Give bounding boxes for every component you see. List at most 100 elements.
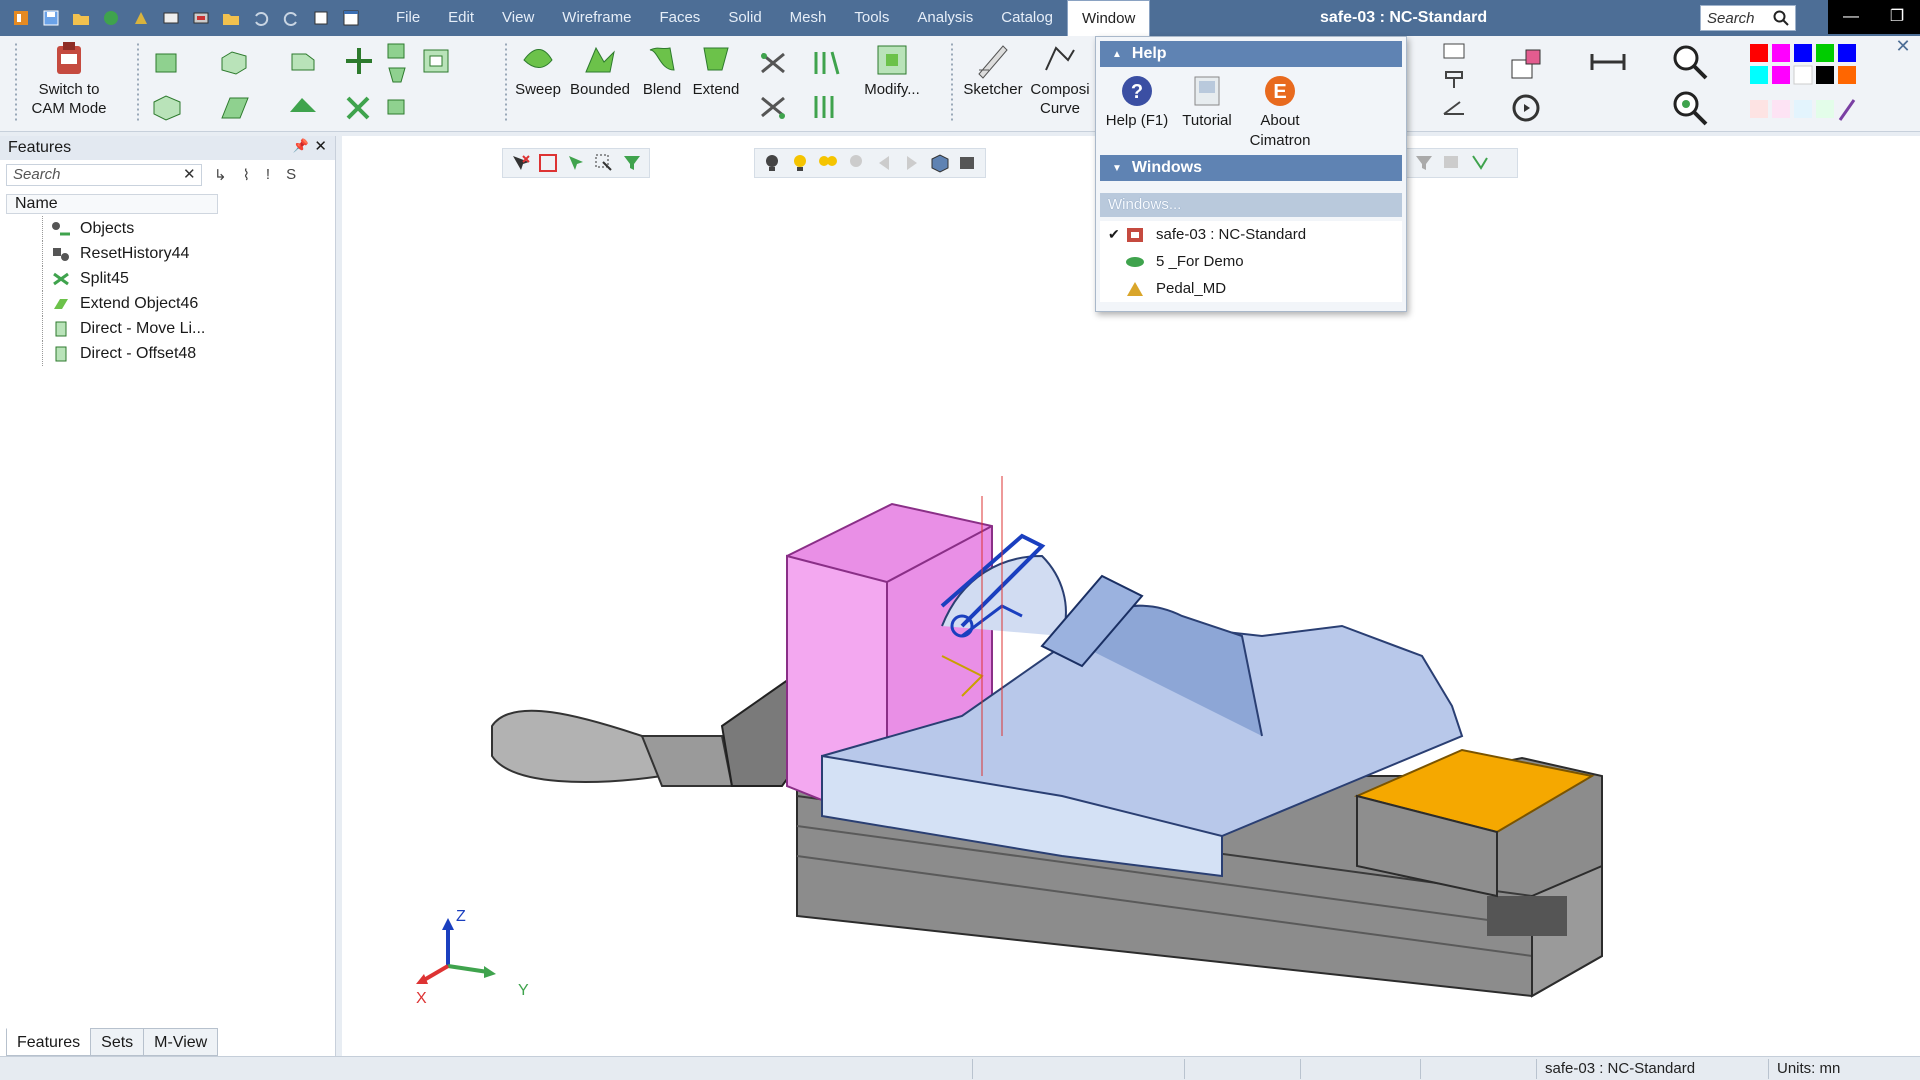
close-icon[interactable]: ✕: [314, 137, 327, 155]
tab-m-view[interactable]: M-View: [143, 1028, 219, 1056]
new-file-icon[interactable]: [98, 6, 124, 30]
color-palette-light-icon[interactable]: [1748, 94, 1860, 128]
tree-item[interactable]: Split45: [6, 266, 326, 291]
status-cell: [972, 1059, 1184, 1079]
stand-icon[interactable]: [1440, 68, 1468, 92]
help-section-header[interactable]: ▲ Help: [1100, 41, 1402, 67]
menu-file[interactable]: File: [382, 0, 434, 36]
toolbar-grip[interactable]: [950, 42, 954, 122]
zoom-icon[interactable]: [1670, 42, 1710, 82]
help-f1-button[interactable]: ? Help (F1): [1102, 73, 1172, 151]
menu-edit[interactable]: Edit: [434, 0, 488, 36]
split-faces-icon[interactable]: [756, 92, 790, 122]
trim-faces-icon[interactable]: [756, 48, 790, 78]
layout-icon[interactable]: [338, 6, 364, 30]
split-solid-icon[interactable]: [286, 92, 320, 122]
suppress-icon[interactable]: S: [286, 166, 296, 184]
menu-window[interactable]: Window: [1066, 0, 1151, 36]
bounded-button[interactable]: Bounded: [566, 40, 634, 99]
offset-faces-icon[interactable]: [810, 48, 844, 78]
tools-icon[interactable]: [308, 6, 334, 30]
tutorial-button[interactable]: Tutorial: [1172, 73, 1242, 151]
rotate-view-icon[interactable]: [1506, 90, 1546, 126]
measure-angle-icon[interactable]: [1440, 96, 1468, 120]
switch-cam-mode-button[interactable]: Switch to CAM Mode: [24, 40, 114, 118]
branch-icon[interactable]: ⌇: [243, 166, 250, 184]
menu-tools[interactable]: Tools: [840, 0, 903, 36]
toolbar-grip[interactable]: [136, 42, 140, 122]
menu-solid[interactable]: Solid: [714, 0, 775, 36]
tree-item[interactable]: Direct - Move Li...: [6, 316, 326, 341]
menu-analysis[interactable]: Analysis: [903, 0, 987, 36]
tree-line: [42, 241, 43, 266]
tree-item[interactable]: ResetHistory44: [6, 241, 326, 266]
about-button[interactable]: E About Cimatron: [1242, 73, 1318, 151]
tree-item[interactable]: Objects: [6, 216, 326, 241]
sketcher-button[interactable]: Sketcher: [958, 40, 1028, 99]
check-icon: ✔: [1108, 226, 1120, 242]
extend-button[interactable]: Extend: [688, 40, 744, 99]
cam-mode-icon: [57, 42, 81, 74]
folder-icon[interactable]: [218, 6, 244, 30]
undo-icon[interactable]: [248, 6, 274, 30]
axis-y-label: Y: [518, 982, 529, 999]
toolbar-grip[interactable]: [14, 42, 18, 122]
zoom-region-icon[interactable]: [1670, 88, 1710, 128]
redo-icon[interactable]: [278, 6, 304, 30]
trim-icon[interactable]: [342, 92, 376, 122]
tab-sets[interactable]: Sets: [90, 1028, 145, 1056]
open-icon[interactable]: [68, 6, 94, 30]
color-palette-icon[interactable]: [1748, 42, 1860, 86]
ribbon-close-icon[interactable]: ✕: [1888, 36, 1918, 57]
loft-icon[interactable]: [286, 46, 320, 76]
tab-features[interactable]: Features: [6, 1028, 92, 1056]
measure-distance-icon[interactable]: [1588, 44, 1628, 80]
menu-mesh[interactable]: Mesh: [776, 0, 841, 36]
window-item[interactable]: ✔ safe-03 : NC-Standard: [1100, 221, 1402, 248]
revolve-icon[interactable]: [218, 46, 252, 76]
restore-icon[interactable]: ❐: [1874, 0, 1920, 34]
toolbar-grip[interactable]: [504, 42, 508, 122]
window-item[interactable]: 5 _For Demo: [1100, 248, 1402, 275]
filter-icon[interactable]: ↳: [214, 166, 227, 184]
menu-catalog[interactable]: Catalog: [987, 0, 1067, 36]
tree-item[interactable]: Direct - Offset48: [6, 341, 326, 366]
blend-button[interactable]: Blend: [636, 40, 688, 99]
modify-icon: [877, 45, 907, 75]
windows-submenu[interactable]: Windows...: [1100, 193, 1402, 217]
clear-search-icon[interactable]: ✕: [183, 165, 196, 183]
search-input[interactable]: Search: [1700, 5, 1796, 31]
vise-handle[interactable]: [491, 709, 664, 783]
box-icon[interactable]: [150, 92, 184, 122]
window-item[interactable]: Pedal_MD: [1100, 275, 1402, 302]
copy-icon[interactable]: [384, 42, 410, 62]
menu-view[interactable]: View: [488, 0, 548, 36]
wedge-icon[interactable]: [218, 92, 252, 122]
menu-faces[interactable]: Faces: [645, 0, 714, 36]
pin-icon[interactable]: 📌: [293, 138, 309, 154]
mirror-icon[interactable]: [384, 64, 410, 86]
export-icon[interactable]: [188, 6, 214, 30]
view-transform-icon[interactable]: [1506, 44, 1546, 84]
shell-icon[interactable]: [420, 46, 454, 76]
tree-item[interactable]: Extend Object46: [6, 291, 326, 316]
minimize-icon[interactable]: —: [1828, 0, 1874, 34]
windows-section-header[interactable]: ▼ Windows: [1100, 155, 1402, 181]
sweep-button[interactable]: Sweep: [510, 40, 566, 99]
save-icon[interactable]: [38, 6, 64, 30]
app-logo-icon[interactable]: [8, 6, 34, 30]
menu-wireframe[interactable]: Wireframe: [548, 0, 645, 36]
features-search-input[interactable]: Search: [6, 164, 202, 186]
name-column-header[interactable]: Name: [6, 194, 218, 214]
combine-icon[interactable]: [384, 96, 410, 118]
print-icon[interactable]: [158, 6, 184, 30]
modify-button[interactable]: Modify...: [854, 40, 930, 99]
view-icon[interactable]: [1440, 40, 1468, 64]
move-icon[interactable]: [342, 46, 376, 76]
composite-curve-button[interactable]: Composi Curve: [1028, 40, 1092, 118]
stitch-faces-icon[interactable]: [810, 92, 844, 122]
extrude-icon[interactable]: [150, 48, 184, 78]
ribbon-toolbar: Switch to CAM Mode Sweep Bounded Blend E…: [0, 36, 1920, 132]
import-icon[interactable]: [128, 6, 154, 30]
warning-icon[interactable]: !: [266, 166, 270, 184]
